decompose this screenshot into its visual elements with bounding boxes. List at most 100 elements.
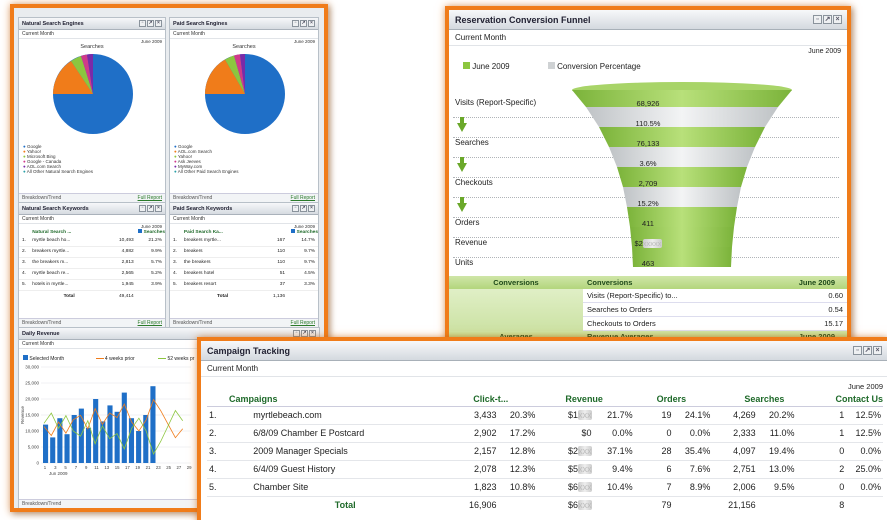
x-tick-label: 29 xyxy=(187,465,192,470)
stage-value: 411 xyxy=(642,219,654,228)
table-row[interactable]: 5. hotels in myrtle... 1,945 3.9% xyxy=(19,279,165,290)
close-icon[interactable]: × xyxy=(308,20,315,27)
x-tick-label: 11 xyxy=(94,465,99,470)
period-label: Current Month xyxy=(449,30,847,46)
table-row[interactable]: 3. the breakers m... 2,813 5.7% xyxy=(19,257,165,268)
date-label: June 2009 xyxy=(847,382,883,391)
legend-label: Selected Month xyxy=(29,356,65,362)
popout-icon[interactable]: ↗ xyxy=(823,15,832,24)
legend: ● Google ● AOL.com Search ● Yahoo! ● Ask… xyxy=(170,140,318,174)
y-tick-label: 0 xyxy=(36,461,39,466)
total-label: Total xyxy=(217,293,229,299)
column-header: Conversions xyxy=(493,278,539,287)
close-icon[interactable]: × xyxy=(833,15,842,24)
period-label: Current Month xyxy=(19,215,165,224)
restore-icon[interactable]: ▫ xyxy=(293,330,300,337)
campaign-table: Campaigns Click-t... Revenue Orders Sear… xyxy=(207,393,883,514)
popout-icon[interactable]: ↗ xyxy=(300,205,307,212)
popout-icon[interactable]: ↗ xyxy=(301,330,308,337)
daily-revenue-chart: 30,000 25,000 20,000 15,000 10,000 5,000 0 Reve… xyxy=(20,365,192,476)
period-label: Current Month xyxy=(170,215,318,224)
breakdown-trend-label[interactable]: Breakdown/Trend xyxy=(22,320,61,326)
table-row[interactable]: 5. Chamber Site 1,823 10.8% $6xxx 10.4% 7 8.… xyxy=(207,478,883,497)
popout-icon[interactable]: ↗ xyxy=(147,205,154,212)
panel-footer: Breakdown/Trend Full Report xyxy=(170,318,318,327)
y-axis-label: Revenue xyxy=(20,405,25,424)
x-tick-label: 13 xyxy=(104,465,109,470)
table-row[interactable]: 3. 2009 Manager Specials 2,157 12.8% $2xxx… xyxy=(207,442,883,461)
total-label: Total xyxy=(63,293,75,299)
column-header: Searches xyxy=(296,230,318,235)
campaign-frame: Campaign Tracking ▫ ↗ × Current Month June… xyxy=(197,337,887,520)
panel-title: Campaign Tracking xyxy=(207,346,291,356)
legend-swatch xyxy=(463,62,470,69)
campaign-name[interactable]: 6/8/09 Chamber E Postcard xyxy=(237,424,454,443)
table-row[interactable]: 2. breakers 110 9.7% xyxy=(170,246,318,257)
table-row[interactable]: 1. myrtlebeach.com 3,433 20.3% $1xxx 21.7% … xyxy=(207,406,883,425)
column-header-campaigns[interactable]: Campaigns xyxy=(207,393,454,407)
breakdown-trend-label[interactable]: Breakdown/Trend xyxy=(173,195,212,201)
funnel-frame: Reservation Conversion Funnel ▫ ↗ × Curren… xyxy=(445,6,851,354)
campaign-name[interactable]: 2009 Manager Specials xyxy=(237,442,454,461)
breakdown-trend-label[interactable]: Breakdown/Trend xyxy=(22,195,61,201)
table-row[interactable]: 2. breakers myrtle... 4,882 9.9% xyxy=(19,246,165,257)
stage-value: 463 xyxy=(641,259,655,268)
restore-icon[interactable]: ▫ xyxy=(139,205,146,212)
column-header-revenue[interactable]: Revenue xyxy=(537,393,635,407)
conversion-row[interactable]: Searches to Orders 0.54 xyxy=(583,303,847,317)
table-row[interactable]: 1. breakers myrtle... 167 14.7% xyxy=(170,235,318,246)
breakdown-trend-label[interactable]: Breakdown/Trend xyxy=(22,501,61,507)
total-value: 1,136 xyxy=(273,293,286,299)
close-icon[interactable]: × xyxy=(155,20,162,27)
conversion-row[interactable]: Checkouts to Orders 15.17 xyxy=(583,317,847,331)
popout-icon[interactable]: ↗ xyxy=(863,346,872,355)
table-row[interactable]: 4. breakers hotel 51 4.5% xyxy=(170,268,318,279)
date-label: June 2009 xyxy=(808,48,841,55)
restore-icon[interactable]: ▫ xyxy=(292,20,299,27)
restore-icon[interactable]: ▫ xyxy=(813,15,822,24)
campaign-name[interactable]: myrtlebeach.com xyxy=(237,406,454,425)
close-icon[interactable]: × xyxy=(308,205,315,212)
restore-icon[interactable]: ▫ xyxy=(139,20,146,27)
natural-search-engines-panel: Natural Search Engines ▫ ↗ × Current Month… xyxy=(18,17,166,203)
table-row[interactable]: 1. myrtle beach ho... 10,493 21.2% xyxy=(19,235,165,246)
popout-icon[interactable]: ↗ xyxy=(147,20,154,27)
x-tick-label: 3 xyxy=(54,465,57,470)
period-label: Current Month xyxy=(170,30,318,39)
campaign-name[interactable]: Chamber Site xyxy=(237,478,454,497)
close-icon[interactable]: × xyxy=(155,205,162,212)
close-icon[interactable]: × xyxy=(309,330,316,337)
legend-label: 52 weeks pr xyxy=(167,356,195,362)
y-tick-label: 20,000 xyxy=(25,397,39,402)
restore-icon[interactable]: ▫ xyxy=(292,205,299,212)
4-weeks-prior-line xyxy=(43,398,184,439)
close-icon[interactable]: × xyxy=(873,346,882,355)
table-row[interactable]: 5. breakers resort 37 3.3% xyxy=(170,279,318,290)
x-tick-label: 9 xyxy=(85,465,88,470)
dashboard-collage: Natural Search Engines ▫ ↗ × Current Month… xyxy=(0,0,887,520)
searches-pie-chart xyxy=(205,53,285,134)
funnel-legend: June 2009 Conversion Percentage xyxy=(449,57,847,77)
table-row[interactable]: 4. myrtle beach re... 2,565 5.2% xyxy=(19,268,165,279)
revenue-bar xyxy=(85,427,92,463)
stage-value: 76,133 xyxy=(636,139,660,148)
column-header-orders[interactable]: Orders xyxy=(634,393,713,407)
x-tick-label: 19 xyxy=(135,465,140,470)
breakdown-trend-label[interactable]: Breakdown/Trend xyxy=(173,320,212,326)
stage-value: $2xxxxx xyxy=(634,239,662,248)
table-row[interactable]: 2. 6/8/09 Chamber E Postcard 2,902 17.2% $… xyxy=(207,424,883,443)
restore-icon[interactable]: ▫ xyxy=(853,346,862,355)
column-header-searches[interactable]: Searches xyxy=(712,393,797,407)
column-header-contact-us[interactable]: Contact Us xyxy=(796,393,883,407)
y-tick-label: 25,000 xyxy=(25,381,39,386)
table-row[interactable]: 3. the breakers 110 9.7% xyxy=(170,257,318,268)
revenue-bar xyxy=(136,431,142,463)
conversion-row[interactable]: Visits (Report-Specific) to... 0.60 xyxy=(583,289,847,303)
panel-header: Natural Search Keywords ▫ ↗ × xyxy=(19,203,165,215)
popout-icon[interactable]: ↗ xyxy=(300,20,307,27)
campaign-name[interactable]: 6/4/09 Guest History xyxy=(237,460,454,479)
column-header-clickthroughs[interactable]: Click-t... xyxy=(453,393,538,407)
searches-pie-chart xyxy=(53,54,133,134)
table-row[interactable]: 4. 6/4/09 Guest History 2,078 12.3% $5xxx 9… xyxy=(207,460,883,479)
column-header: Conversions xyxy=(587,278,633,287)
